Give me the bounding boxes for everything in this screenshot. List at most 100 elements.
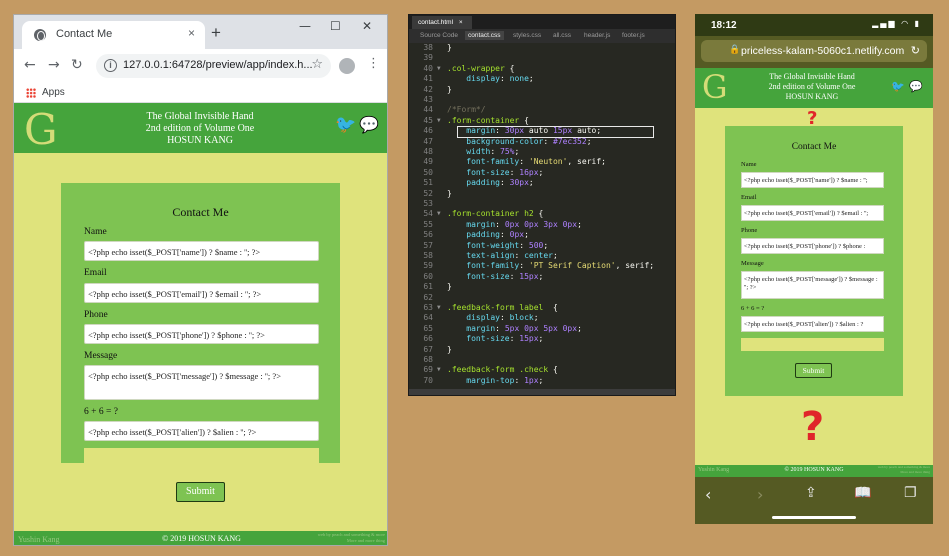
fold-icon[interactable]: ▼ bbox=[437, 365, 441, 375]
alien-field[interactable]: <?php echo isset($_POST['alien']) ? $ali… bbox=[84, 421, 319, 441]
new-tab-button[interactable]: + bbox=[211, 23, 221, 43]
fold-icon[interactable]: ▼ bbox=[437, 303, 441, 313]
code-line[interactable]: 38} bbox=[409, 43, 675, 53]
code-line[interactable]: 54 ▼ .form-container h2 { bbox=[409, 209, 675, 219]
twitter-icon[interactable]: 🐦 bbox=[335, 115, 356, 135]
name-field[interactable]: <?php echo isset($_POST['name']) ? $name… bbox=[84, 241, 319, 261]
editor-file-tabs: Source Code contact.css styles.css all.c… bbox=[409, 29, 675, 43]
code-line[interactable]: 45 ▼ .form-container { bbox=[409, 116, 675, 126]
code-line[interactable]: 67} bbox=[409, 345, 675, 355]
site-logo[interactable]: G bbox=[24, 105, 58, 154]
code-line[interactable]: 42} bbox=[409, 85, 675, 95]
code-line[interactable]: 56 padding: 0px; bbox=[409, 230, 675, 240]
code-line[interactable]: 62 bbox=[409, 293, 675, 303]
star-icon[interactable]: ☆ bbox=[311, 57, 323, 72]
file-tab-styles-css[interactable]: styles.css bbox=[513, 32, 541, 39]
fold-icon[interactable]: ▼ bbox=[437, 64, 441, 74]
phone-twitter-icon[interactable]: 🐦 bbox=[891, 80, 905, 93]
code-line[interactable]: 52} bbox=[409, 189, 675, 199]
code-line[interactable]: 60 font-size: 15px; bbox=[409, 272, 675, 282]
tab-strip: Contact Me × + — ☐ ✕ bbox=[14, 15, 387, 49]
url-text[interactable]: 127.0.0.1:64728/preview/app/index.h... bbox=[123, 59, 313, 71]
phone-reload-icon[interactable]: ↻ bbox=[911, 44, 920, 57]
code-line[interactable]: 55 margin: 0px 0px 3px 0px; bbox=[409, 220, 675, 230]
phone-email-field[interactable]: <?php echo isset($_POST['email']) ? $ema… bbox=[741, 205, 884, 221]
code-line[interactable]: 69 ▼ .feedback-form .check { bbox=[409, 365, 675, 375]
back-icon[interactable]: ← bbox=[24, 57, 36, 73]
code-line[interactable]: 41 display: none; bbox=[409, 74, 675, 84]
file-tab-header-js[interactable]: header.js bbox=[584, 32, 610, 39]
share-icon[interactable]: ⇪ bbox=[805, 485, 817, 501]
phone-url[interactable]: priceless-kalam-5060c1.netlify.com bbox=[741, 45, 904, 57]
bookmarks-icon[interactable]: 📖 bbox=[854, 485, 871, 501]
code-line[interactable]: 51 padding: 30px; bbox=[409, 178, 675, 188]
message-field[interactable]: <?php echo isset($_POST['message']) ? $m… bbox=[84, 365, 319, 400]
code-line[interactable]: 47 background-color: #7ec352; bbox=[409, 137, 675, 147]
phone-name-field[interactable]: <?php echo isset($_POST['name']) ? $name… bbox=[741, 172, 884, 188]
code-line[interactable]: 61} bbox=[409, 282, 675, 292]
code-line[interactable]: 50 font-size: 16px; bbox=[409, 168, 675, 178]
file-tab-contact-css[interactable]: contact.css bbox=[465, 31, 504, 40]
phone-title-line1: The Global Invisible Hand bbox=[769, 72, 855, 81]
info-icon[interactable]: i bbox=[104, 59, 117, 72]
avatar-icon[interactable] bbox=[339, 58, 355, 74]
address-bar[interactable]: i 127.0.0.1:64728/preview/app/index.h...… bbox=[96, 54, 331, 78]
apps-bookmark[interactable]: Apps bbox=[42, 87, 65, 98]
email-field[interactable]: <?php echo isset($_POST['email']) ? $ema… bbox=[84, 283, 319, 303]
code-line[interactable]: 63 ▼ .feedback-form label { bbox=[409, 303, 675, 313]
safari-back-icon[interactable]: ‹ bbox=[705, 485, 711, 504]
phone-phone-field[interactable]: <?php echo isset($_POST['phone']) ? $pho… bbox=[741, 238, 884, 254]
code-token: margin bbox=[447, 219, 496, 229]
question-mark-big: ? bbox=[801, 404, 825, 450]
code-line[interactable]: 68 bbox=[409, 355, 675, 365]
code-line[interactable]: 49 font-family: 'Neuton', serif; bbox=[409, 157, 675, 167]
fold-icon[interactable]: ▼ bbox=[437, 116, 441, 126]
code-line[interactable]: 59 font-family: 'PT Serif Caption', seri… bbox=[409, 261, 675, 271]
line-number: 46 bbox=[423, 126, 433, 136]
phone-alien-field[interactable]: <?php echo isset($_POST['alien']) ? $ali… bbox=[741, 316, 884, 332]
code-line[interactable]: 64 display: block; bbox=[409, 313, 675, 323]
file-tab-footer-js[interactable]: footer.js bbox=[622, 32, 645, 39]
code-text: .col-wrapper { bbox=[447, 64, 514, 74]
code-line[interactable]: 53 bbox=[409, 199, 675, 209]
code-line[interactable]: 44 /*Form*/ bbox=[409, 105, 675, 115]
close-window-icon[interactable]: ✕ bbox=[362, 19, 372, 33]
code-token: 500 bbox=[528, 240, 544, 250]
phone-address-bar[interactable]: 🔒 priceless-kalam-5060c1.netlify.com ↻ bbox=[701, 40, 927, 62]
apps-icon[interactable] bbox=[26, 88, 36, 98]
code-line[interactable]: 58 text-align: center; bbox=[409, 251, 675, 261]
code-line[interactable]: 70 margin-top: 1px; bbox=[409, 376, 675, 386]
line-number: 56 bbox=[423, 230, 433, 240]
editor-tab-close-icon[interactable]: × bbox=[459, 19, 463, 26]
code-text: display: block; bbox=[447, 313, 538, 323]
code-line[interactable]: 66 font-size: 15px; bbox=[409, 334, 675, 344]
file-tab-all-css[interactable]: all.css bbox=[553, 32, 571, 39]
reload-icon[interactable]: ↻ bbox=[71, 57, 83, 73]
tab-contact-me[interactable]: Contact Me × bbox=[22, 21, 205, 49]
code-line[interactable]: 57 font-weight: 500; bbox=[409, 241, 675, 251]
tabs-icon[interactable]: ❐ bbox=[904, 485, 917, 501]
form-title: Contact Me bbox=[172, 205, 229, 219]
code-line[interactable]: 43 bbox=[409, 95, 675, 105]
fold-icon[interactable]: ▼ bbox=[437, 209, 441, 219]
phone-message-field[interactable]: <?php echo isset($_POST['message']) ? $m… bbox=[741, 271, 884, 299]
chat-icon[interactable]: 💬 bbox=[359, 115, 379, 134]
menu-icon[interactable]: ⋮ bbox=[367, 56, 380, 71]
phone-message-label: Message bbox=[741, 260, 764, 267]
submit-button[interactable]: Submit bbox=[176, 482, 225, 502]
phone-site-logo[interactable]: G bbox=[702, 68, 728, 106]
code-line[interactable]: 65 margin: 5px 0px 5px 0px; bbox=[409, 324, 675, 334]
phone-field[interactable]: <?php echo isset($_POST['phone']) ? $pho… bbox=[84, 324, 319, 344]
file-tab-source-code[interactable]: Source Code bbox=[420, 32, 458, 39]
maximize-icon[interactable]: ☐ bbox=[330, 19, 341, 33]
code-line[interactable]: 39 bbox=[409, 53, 675, 63]
phone-chat-icon[interactable]: 💬 bbox=[909, 80, 923, 93]
code-line[interactable]: 40 ▼ .col-wrapper { bbox=[409, 64, 675, 74]
tab-close-icon[interactable]: × bbox=[188, 26, 195, 40]
code-line[interactable]: 48 width: 75%; bbox=[409, 147, 675, 157]
forward-icon[interactable]: → bbox=[48, 57, 60, 73]
editor-tab-contact-html[interactable]: contact.html × bbox=[412, 16, 472, 29]
safari-forward-icon[interactable]: › bbox=[757, 485, 763, 504]
phone-submit-button[interactable]: Submit bbox=[795, 363, 832, 378]
minimize-icon[interactable]: — bbox=[299, 19, 311, 33]
